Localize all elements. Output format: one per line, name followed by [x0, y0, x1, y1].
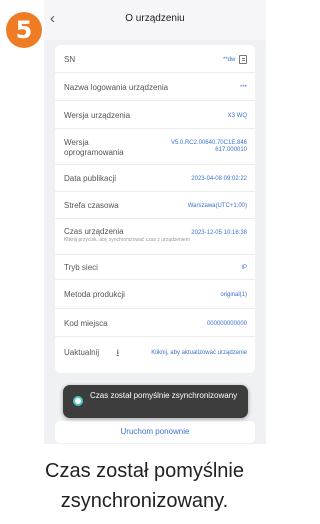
- row-network-mode: Tryb sieci IP: [55, 255, 255, 280]
- row-value: V5.0.RC2.00640.70C1E.846 617.000010: [170, 140, 247, 153]
- row-label: Strefa czasowa: [64, 201, 119, 210]
- row-label: Uaktualnij: [64, 348, 100, 357]
- toast-message: Czas został pomyślnie zsynchronizowany: [90, 391, 238, 400]
- caption: Czas został pomyślnie zsynchronizowany.: [45, 460, 244, 512]
- top-bar: ‹ O urządzeniu: [44, 0, 266, 40]
- row-value: **dw: [222, 57, 236, 64]
- row-site-code: Kod miejsca 000000000000: [55, 309, 255, 337]
- row-label: SN: [64, 55, 76, 64]
- page-title: O urządzeniu: [125, 13, 185, 24]
- row-label: Data publikacji: [64, 174, 117, 183]
- row-value: IP: [241, 265, 247, 271]
- row-upgrade[interactable]: Uaktualnij ⭳ Kliknij, aby aktualizować u…: [55, 337, 255, 373]
- row-value: original(1): [220, 292, 247, 298]
- step-number-badge: 5: [6, 12, 42, 48]
- row-value: ***: [239, 85, 247, 91]
- copy-icon[interactable]: [239, 55, 247, 64]
- row-value: X3 WQ: [227, 113, 247, 119]
- row-timezone[interactable]: Strefa czasowa Warszawa(UTC+1:00): [55, 192, 255, 219]
- restart-button[interactable]: Uruchom ponownie: [55, 421, 255, 443]
- row-label: Tryb sieci: [64, 263, 98, 272]
- row-label: Metoda produkcji: [64, 290, 125, 299]
- upload-icon[interactable]: ⭳: [116, 346, 120, 363]
- row-device-version: Wersja urządzenia X3 WQ: [55, 101, 255, 129]
- row-label: Wersja urządzenia: [64, 111, 131, 120]
- device-info-card: SN **dw Nazwa logowania urządzenia *** W…: [55, 45, 255, 373]
- row-value: 000000000000: [206, 321, 247, 327]
- row-value: 2023-12-05 10:16:38: [191, 230, 247, 236]
- row-label: Kod miejsca: [64, 319, 108, 328]
- row-publish-date: Data publikacji 2023-04-08 09:02:22: [55, 165, 255, 192]
- success-toast: Czas został pomyślnie zsynchronizowany: [63, 385, 248, 418]
- row-device-time[interactable]: Czas urządzenia 2023-12-05 10:16:38 Klik…: [55, 219, 255, 255]
- phone-screen: ‹ O urządzeniu SN **dw Nazwa logowania u…: [44, 0, 266, 444]
- row-sn: SN **dw: [55, 45, 255, 73]
- row-software-version: Wersja oprogramowania V5.0.RC2.00640.70C…: [55, 129, 255, 165]
- row-hint: Kliknij przycisk, aby synchronizować cza…: [64, 237, 190, 243]
- row-value: 2023-04-08 09:02:22: [191, 176, 247, 182]
- row-label: Czas urządzenia: [64, 227, 124, 236]
- row-label: Nazwa logowania urządzenia: [64, 83, 169, 92]
- row-production-method: Metoda produkcji original(1): [55, 280, 255, 309]
- row-login-name: Nazwa logowania urządzenia ***: [55, 73, 255, 101]
- row-value[interactable]: Kliknij, aby aktualizować urządzenie: [151, 350, 247, 357]
- row-label: Wersja oprogramowania: [64, 138, 124, 157]
- row-value: Warszawa(UTC+1:00): [187, 203, 247, 209]
- check-circle-icon: [73, 396, 83, 406]
